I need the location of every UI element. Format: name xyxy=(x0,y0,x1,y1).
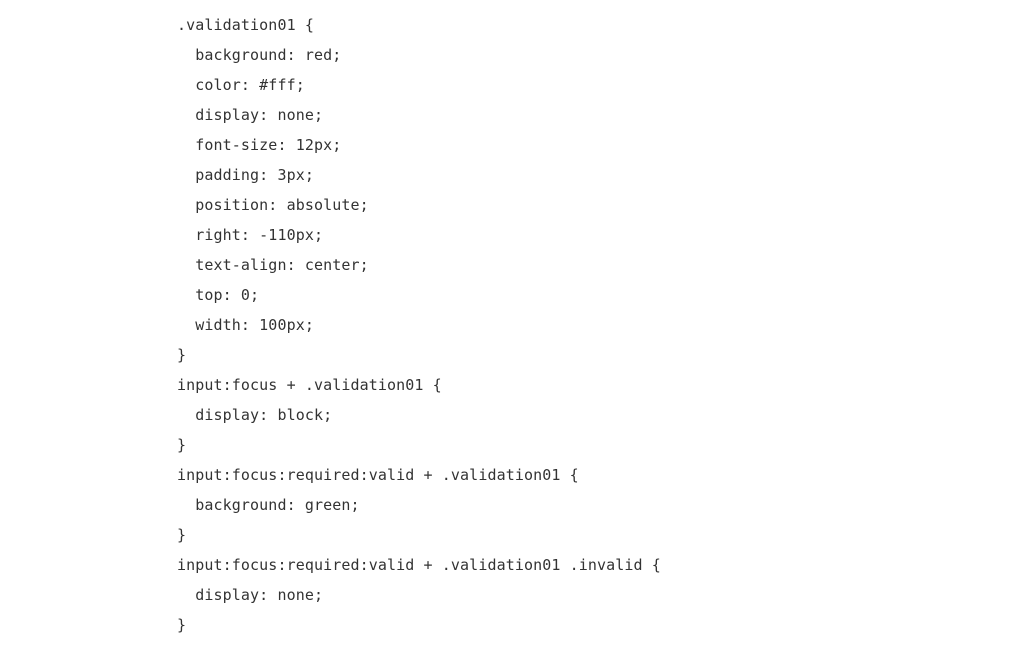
code-line: background: red; xyxy=(177,46,342,64)
code-line: input:focus:required:valid + .validation… xyxy=(177,466,579,484)
code-line: display: none; xyxy=(177,106,324,124)
code-line: position: absolute; xyxy=(177,196,369,214)
code-line: } xyxy=(177,616,187,634)
code-line: } xyxy=(177,436,187,454)
code-line: display: none; xyxy=(177,586,324,604)
code-line: top: 0; xyxy=(177,286,260,304)
code-line: } xyxy=(177,346,187,364)
code-line: .validation01 { xyxy=(177,16,314,34)
code-line: input:focus + .validation01 { xyxy=(177,376,442,394)
code-line: display: block; xyxy=(177,406,333,424)
code-line: width: 100px; xyxy=(177,316,314,334)
code-line: input:focus:required:valid + .validation… xyxy=(177,556,661,574)
code-line: font-size: 12px; xyxy=(177,136,342,154)
css-code-block: .validation01 { background: red; color: … xyxy=(177,10,661,640)
code-line: } xyxy=(177,526,187,544)
code-line: padding: 3px; xyxy=(177,166,314,184)
code-line: background: green; xyxy=(177,496,360,514)
code-line: right: -110px; xyxy=(177,226,324,244)
code-line: color: #fff; xyxy=(177,76,305,94)
code-line: text-align: center; xyxy=(177,256,369,274)
